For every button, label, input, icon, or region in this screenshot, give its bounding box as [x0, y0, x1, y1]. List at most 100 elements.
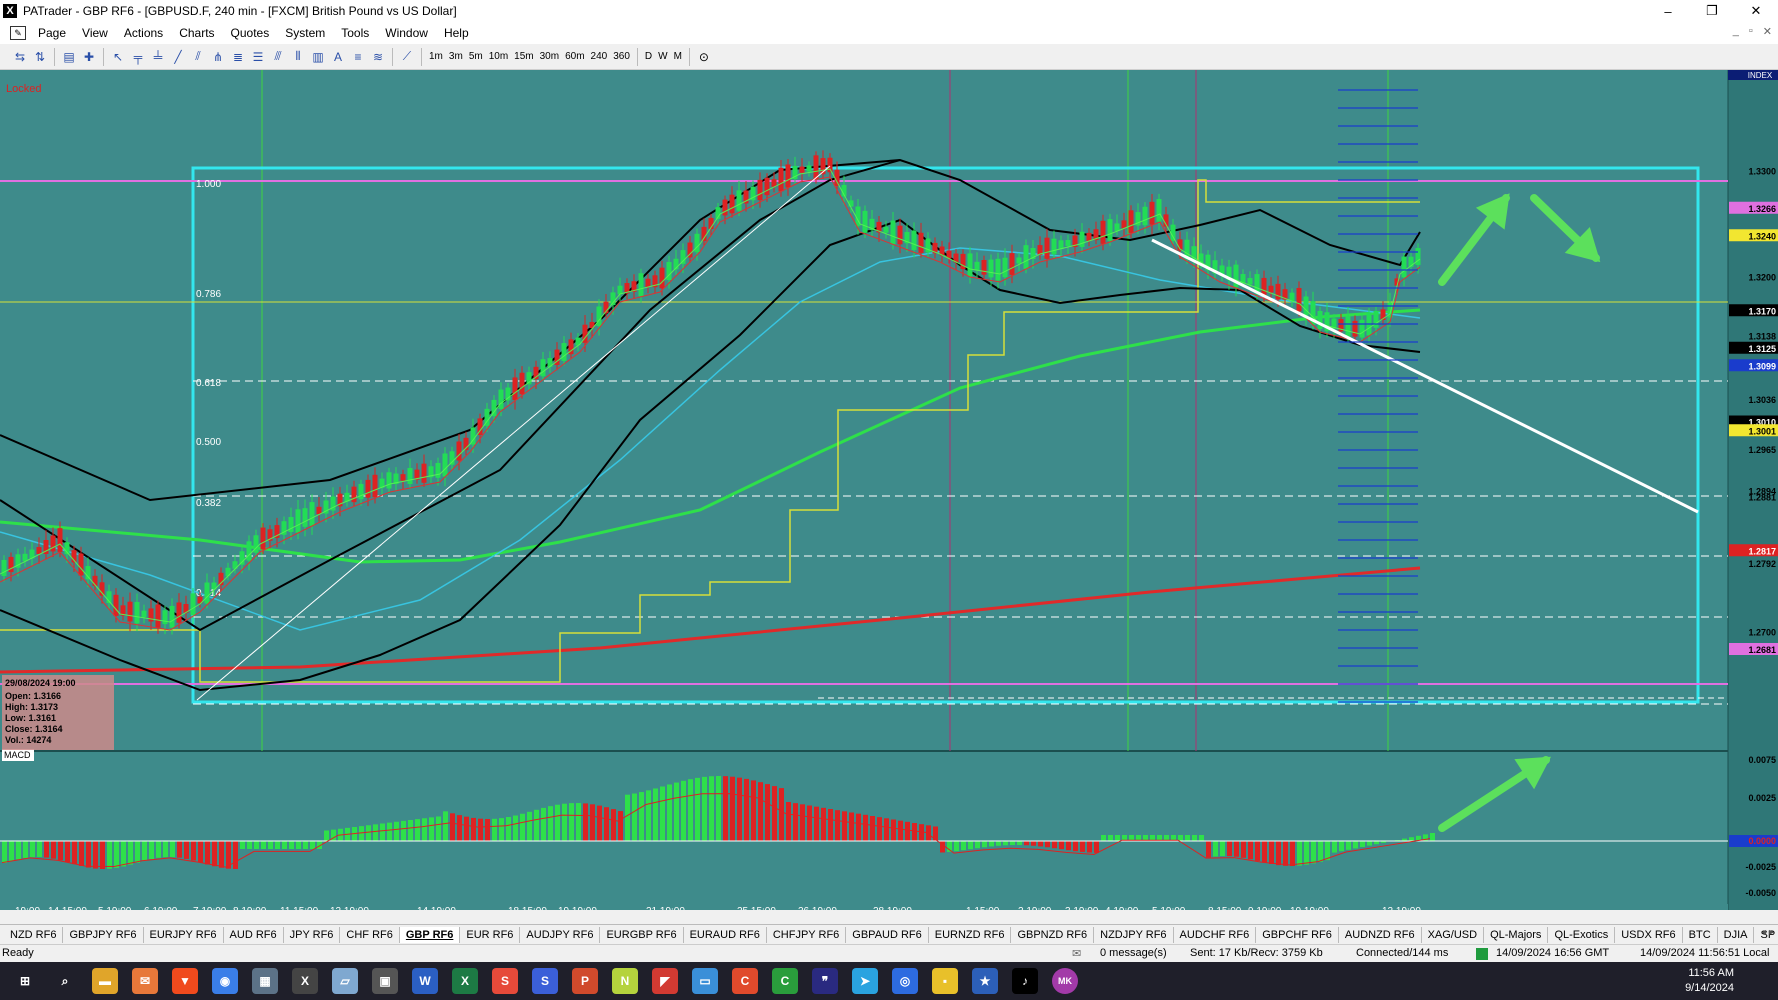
symbol-tab[interactable]: GBPAUD RF6: [846, 926, 929, 943]
timeframe-daily[interactable]: D: [642, 48, 655, 66]
menu-quotes[interactable]: Quotes: [223, 26, 278, 40]
symbol-tab[interactable]: BTC: [1683, 926, 1718, 943]
page-icon[interactable]: ✎: [10, 26, 26, 40]
symbol-tab[interactable]: JPY RF6: [284, 926, 341, 943]
indicator-icon[interactable]: ⟋: [397, 48, 417, 66]
symbol-tab[interactable]: GBPNZD RF6: [1011, 926, 1095, 943]
clock-icon[interactable]: ⊙: [694, 48, 714, 66]
avatar[interactable]: MK: [1052, 968, 1078, 994]
symbol-tab[interactable]: XAG/USD: [1422, 926, 1485, 943]
menu-page[interactable]: Page: [30, 26, 74, 40]
pointer-icon[interactable]: ↖: [108, 48, 128, 66]
vline-icon[interactable]: ╧: [148, 48, 168, 66]
regression-icon[interactable]: ≋: [368, 48, 388, 66]
close-button[interactable]: ✕: [1734, 0, 1778, 22]
fibonacci-icon[interactable]: ≣: [228, 48, 248, 66]
cycle-lines-icon[interactable]: ⦀: [288, 48, 308, 66]
rectangle-icon[interactable]: ▥: [308, 48, 328, 66]
pitchfork-icon[interactable]: ⋔: [208, 48, 228, 66]
symbol-tab[interactable]: AUDNZD RF6: [1339, 926, 1422, 943]
menu-tools[interactable]: Tools: [333, 26, 377, 40]
windows-start-icon[interactable]: ⊞: [12, 968, 38, 994]
symbol-tab[interactable]: GBP RF6: [399, 926, 461, 943]
price-chart[interactable]: 1.0000.7860.6180.5000.3820.2141.33001.32…: [0, 70, 1778, 910]
symbol-tab[interactable]: AUD RF6: [224, 926, 284, 943]
symbol-tab[interactable]: EURJPY RF6: [144, 926, 224, 943]
powerpoint-icon[interactable]: P: [572, 968, 598, 994]
menu-system[interactable]: System: [277, 26, 333, 40]
symbol-tab[interactable]: NZDJPY RF6: [1094, 926, 1174, 943]
hline-icon[interactable]: ╤: [128, 48, 148, 66]
app-c-red-icon[interactable]: C: [732, 968, 758, 994]
gann-fan-icon[interactable]: ⫻: [268, 48, 288, 66]
timeframe-3m[interactable]: 3m: [446, 48, 466, 66]
symbol-tab[interactable]: EURAUD RF6: [684, 926, 767, 943]
channel-icon[interactable]: ⫽: [188, 48, 208, 66]
timeframe-5m[interactable]: 5m: [466, 48, 486, 66]
app-red-icon[interactable]: ◤: [652, 968, 678, 994]
symbol-tab[interactable]: EURNZD RF6: [929, 926, 1012, 943]
chrome-icon[interactable]: ◉: [212, 968, 238, 994]
timeframe-60m[interactable]: 60m: [562, 48, 587, 66]
sway-icon[interactable]: S: [532, 968, 558, 994]
zoom-icon[interactable]: ◎: [892, 968, 918, 994]
ninja-icon[interactable]: N: [612, 968, 638, 994]
minimize-button[interactable]: –: [1646, 0, 1690, 22]
symbol-tab[interactable]: EUR RF6: [460, 926, 521, 943]
symbol-tab[interactable]: CHFJPY RF6: [767, 926, 847, 943]
tab-scroll-arrows[interactable]: ◂ ▸: [1761, 927, 1774, 938]
timeframe-240[interactable]: 240: [588, 48, 611, 66]
menu-actions[interactable]: Actions: [116, 26, 171, 40]
menu-view[interactable]: View: [74, 26, 116, 40]
timeframe-10m[interactable]: 10m: [486, 48, 511, 66]
message-icon[interactable]: ✉: [1072, 947, 1081, 960]
maximize-button[interactable]: ❐: [1690, 0, 1734, 22]
telegram-icon[interactable]: ➤: [852, 968, 878, 994]
sticky-notes-icon[interactable]: ▪: [932, 968, 958, 994]
timeframe-1m[interactable]: 1m: [426, 48, 446, 66]
fib-extension-icon[interactable]: ☰: [248, 48, 268, 66]
excel-icon[interactable]: X: [452, 968, 478, 994]
timeframe-360[interactable]: 360: [610, 48, 633, 66]
sell-icon[interactable]: ⇅: [30, 48, 50, 66]
chart-icon[interactable]: ▤: [59, 48, 79, 66]
crosshair-icon[interactable]: ✚: [79, 48, 99, 66]
calculator-icon[interactable]: ▦: [252, 968, 278, 994]
symbol-tab[interactable]: QL-Exotics: [1548, 926, 1616, 943]
symbol-tab[interactable]: NZD RF6: [4, 926, 64, 943]
patrader-icon[interactable]: X: [292, 968, 318, 994]
display-icon[interactable]: ▭: [692, 968, 718, 994]
patrader-active-icon[interactable]: ▣: [372, 968, 398, 994]
search-icon[interactable]: ⌕: [52, 968, 78, 994]
speed-lines-icon[interactable]: ≡: [348, 48, 368, 66]
mdi-restore-button[interactable]: ▫: [1749, 25, 1753, 38]
symbol-tab[interactable]: DJIA: [1718, 926, 1755, 943]
text-icon[interactable]: A: [328, 48, 348, 66]
app-c-green-icon[interactable]: C: [772, 968, 798, 994]
timeframe-30m[interactable]: 30m: [537, 48, 562, 66]
tiktok-icon[interactable]: ♪: [1012, 968, 1038, 994]
timeframe-monthly[interactable]: M: [671, 48, 685, 66]
trendline-icon[interactable]: ╱: [168, 48, 188, 66]
buy-icon[interactable]: ⇆: [10, 48, 30, 66]
brave-browser-icon[interactable]: ▼: [172, 968, 198, 994]
symbol-tab[interactable]: AUDJPY RF6: [520, 926, 601, 943]
menu-window[interactable]: Window: [377, 26, 436, 40]
mdi-minimize-button[interactable]: _: [1733, 25, 1739, 38]
mdi-close-button[interactable]: ✕: [1763, 25, 1772, 38]
symbol-tab[interactable]: QL-Majors: [1484, 926, 1549, 943]
file-explorer-icon[interactable]: ▬: [92, 968, 118, 994]
symbol-tab[interactable]: CHF RF6: [340, 926, 400, 943]
symbol-tab[interactable]: USDX RF6: [1615, 926, 1683, 943]
symbol-tab[interactable]: GBPCHF RF6: [1256, 926, 1339, 943]
mail-icon[interactable]: ✉: [132, 968, 158, 994]
timeframe-weekly[interactable]: W: [655, 48, 670, 66]
taskbar-clock[interactable]: 11:56 AM 9/14/2024: [1685, 966, 1734, 996]
symbol-tab[interactable]: AUDCHF RF6: [1174, 926, 1257, 943]
slides-icon[interactable]: S: [492, 968, 518, 994]
menu-charts[interactable]: Charts: [171, 26, 222, 40]
menu-help[interactable]: Help: [436, 26, 477, 40]
timeframe-15m[interactable]: 15m: [511, 48, 536, 66]
quote-app-icon[interactable]: ❞: [812, 968, 838, 994]
symbol-tab[interactable]: EURGBP RF6: [600, 926, 684, 943]
